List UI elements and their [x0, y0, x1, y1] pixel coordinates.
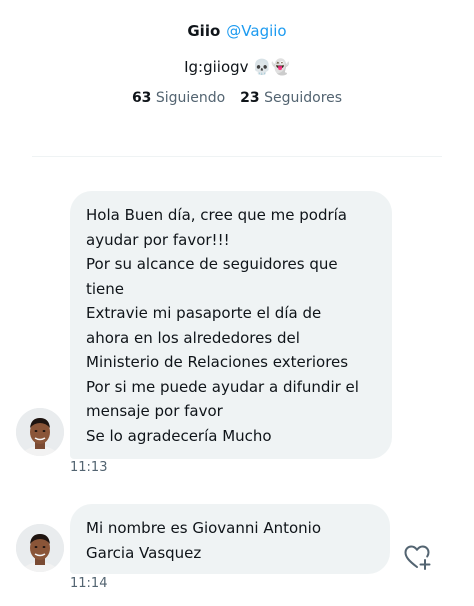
profile-bio-emojis: 💀👻 — [252, 58, 290, 76]
following-label: Siguiendo — [155, 90, 226, 106]
message-line: Garcia Vasquez — [86, 543, 202, 562]
message-line: ahora en los alrededores del — [86, 328, 300, 347]
profile-name-row: Giio @Vagiio — [0, 20, 474, 42]
message-bubble[interactable]: Mi nombre es Giovanni Antonio Garcia Vas… — [70, 504, 390, 574]
message-line: Mi nombre es Giovanni Antonio — [86, 519, 322, 537]
following-link[interactable]: 63 Siguiendo — [132, 90, 230, 106]
sender-avatar[interactable] — [16, 408, 64, 456]
followers-link[interactable]: 23 Seguidores — [240, 90, 342, 106]
message-timestamp: 11:14 — [70, 576, 108, 591]
message-line: mensaje por favor — [86, 402, 223, 420]
message-line: Se lo agradecería Mucho — [86, 426, 272, 445]
profile-bio: Ig:giiogv 💀👻 — [0, 56, 474, 78]
following-count: 63 — [131, 90, 152, 106]
message-line: Ministerio de Relaciones exteriores — [86, 353, 349, 371]
sender-avatar[interactable] — [16, 524, 64, 572]
followers-label: Seguidores — [264, 90, 343, 106]
message-bubble[interactable]: Hola Buen día, cree que me podría ayudar… — [70, 191, 392, 459]
avatar-photo-icon — [16, 408, 64, 456]
profile-header: Giio @Vagiio Ig:giiogv 💀👻 63 Siguiendo 23 … — [0, 20, 474, 108]
message-line: Por si me puede ayudar a difundir el — [86, 377, 359, 396]
message-line: Por su alcance de seguidores que — [86, 255, 338, 273]
react-heart-plus-button[interactable] — [403, 542, 433, 572]
profile-stats: 63 Siguiendo 23 Seguidores — [0, 88, 474, 108]
profile-display-name[interactable]: Giio — [187, 22, 220, 40]
message-line: tiene — [86, 279, 125, 298]
followers-count: 23 — [240, 90, 260, 106]
profile-handle[interactable]: @Vagiio — [226, 22, 286, 40]
profile-bio-text: Ig:giiogv — [184, 58, 249, 76]
header-divider — [32, 156, 442, 157]
avatar-photo-icon — [16, 524, 64, 572]
heart-plus-icon — [404, 545, 431, 570]
message-line: Extravie mi pasaporte el día de — [86, 304, 322, 322]
message-line: Hola Buen día, cree que me podría — [86, 206, 347, 224]
message-timestamp: 11:13 — [70, 460, 108, 475]
message-line: ayudar por favor!!! — [86, 230, 230, 249]
dm-conversation-page: Giio @Vagiio Ig:giiogv 💀👻 63 Siguiendo 23 … — [0, 0, 474, 606]
